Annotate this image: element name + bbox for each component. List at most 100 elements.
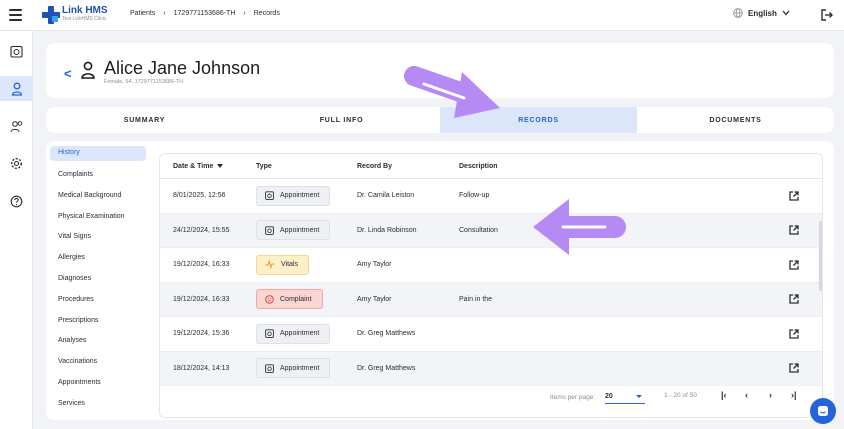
menu-item-prescriptions[interactable]: Prescriptions [50, 311, 146, 332]
column-date-label: Date & Time [173, 162, 214, 170]
sad-face-icon [265, 295, 274, 304]
page-size-select[interactable]: 20 [605, 390, 645, 404]
menu-item-appointments[interactable]: Appointments [50, 373, 146, 394]
table-row[interactable]: 19/12/2024, 15:36 Appointment Dr. Greg M… [160, 317, 822, 352]
page-range: 1 - 20 of 50 [664, 392, 697, 399]
menu-item-complaints[interactable]: Complaints [50, 165, 146, 186]
pagination: Items per page: 20 1 - 20 of 50 |‹ ‹ › ›… [159, 385, 823, 411]
table-row[interactable]: 18/12/2024, 14:13 Appointment Dr. Greg M… [160, 351, 822, 386]
tab-records[interactable]: RECORDS [440, 107, 637, 133]
breadcrumb-patients[interactable]: Patients [130, 10, 155, 17]
breadcrumb-separator-icon: › [243, 10, 246, 17]
records-panel: History Complaints Medical Background Ph… [46, 141, 834, 420]
calendar-clock-icon [265, 329, 274, 339]
type-chip: Complaint [256, 289, 323, 310]
type-chip: Appointment [256, 220, 331, 241]
calendar-clock-icon [265, 226, 274, 235]
cell-record-by: Dr. Greg Matthews [357, 364, 416, 372]
cell-description: Follow-up [459, 192, 490, 200]
nav-staff[interactable] [0, 114, 33, 139]
cell-date: 18/12/2024, 14:13 [173, 364, 230, 372]
nav-help[interactable] [0, 189, 33, 214]
calendar-clock-icon [265, 191, 274, 201]
open-external-icon[interactable] [789, 363, 799, 373]
type-label: Appointment [280, 226, 320, 234]
brand-subtitle: Test LinkHMS Clinic [62, 16, 107, 22]
type-label: Vitals [281, 261, 298, 269]
caret-down-icon [636, 395, 642, 398]
cell-record-by: Dr. Camila Leiston [357, 192, 415, 200]
language-label: English [748, 8, 777, 18]
type-chip: Appointment [256, 323, 331, 344]
prev-page-icon[interactable]: ‹ [745, 390, 748, 400]
cell-record-by: Dr. Linda Robinson [357, 226, 417, 234]
tab-summary[interactable]: SUMMARY [46, 107, 243, 133]
person-icon [81, 61, 95, 79]
type-label: Complaint [280, 295, 312, 303]
type-label: Appointment [280, 192, 320, 200]
menu-item-medical-background[interactable]: Medical Background [50, 186, 146, 207]
brand-name: Link HMS [62, 5, 108, 16]
table-row[interactable]: 19/12/2024, 16:33 Complaint Amy Taylor P… [160, 282, 822, 317]
chat-icon [818, 406, 828, 416]
open-external-icon[interactable] [789, 191, 799, 201]
table-row[interactable]: 19/12/2024, 16:33 Vitals Amy Taylor [160, 248, 822, 283]
cell-date: 24/12/2024, 15:55 [173, 226, 230, 234]
table-row[interactable]: 24/12/2024, 15:55 Appointment Dr. Linda … [160, 213, 822, 248]
menu-item-procedures[interactable]: Procedures [50, 290, 146, 311]
open-external-icon[interactable] [789, 260, 799, 270]
type-chip: Appointment [256, 358, 331, 379]
nav-patients[interactable] [0, 76, 33, 101]
patient-tabs: SUMMARY FULL INFO RECORDS DOCUMENTS [46, 107, 834, 133]
nav-settings[interactable] [0, 151, 33, 176]
column-date[interactable]: Date & Time [160, 163, 256, 170]
menu-icon[interactable] [9, 9, 22, 21]
menu-item-services[interactable]: Services [50, 394, 146, 415]
users-icon [10, 121, 22, 133]
open-external-icon[interactable] [789, 329, 799, 339]
history-table: Date & Time Type Record By Description 8… [159, 153, 823, 418]
cell-record-by: Amy Taylor [357, 261, 392, 269]
chat-button[interactable] [810, 398, 836, 424]
table-row[interactable]: 8/01/2025, 12:56 Appointment Dr. Camila … [160, 179, 822, 214]
menu-item-physical-examination[interactable]: Physical Examination [50, 207, 146, 228]
nav-rail [0, 31, 33, 429]
menu-item-analyses[interactable]: Analyses [50, 331, 146, 352]
globe-icon [733, 8, 743, 18]
tab-full-info[interactable]: FULL INFO [243, 107, 440, 133]
menu-item-allergies[interactable]: Allergies [50, 248, 146, 269]
first-page-icon[interactable]: |‹ [721, 390, 727, 400]
open-external-icon[interactable] [789, 225, 799, 235]
sort-down-icon [217, 164, 224, 168]
language-selector[interactable]: English [733, 8, 790, 18]
cell-date: 19/12/2024, 16:33 [173, 261, 230, 269]
next-page-icon[interactable]: › [769, 390, 772, 400]
logout-icon[interactable] [820, 8, 834, 22]
open-external-icon[interactable] [789, 294, 799, 304]
menu-item-history[interactable]: History [50, 146, 146, 161]
cell-date: 8/01/2025, 12:56 [173, 192, 226, 200]
brand: Link HMS Test LinkHMS Clinic [62, 5, 108, 23]
calendar-clock-icon [10, 45, 23, 58]
chevron-down-icon [782, 10, 790, 16]
breadcrumb-records: Records [253, 10, 280, 17]
records-menu: History Complaints Medical Background Ph… [50, 146, 146, 415]
breadcrumb-patient-id[interactable]: 1729771153686-TH [174, 10, 236, 17]
cell-date: 19/12/2024, 16:33 [173, 295, 230, 303]
type-chip: Vitals [256, 254, 309, 275]
table-scrollbar[interactable] [819, 221, 822, 291]
column-description: Description [459, 162, 498, 170]
person-icon [11, 82, 22, 96]
nav-dashboard[interactable] [0, 39, 33, 64]
menu-item-vaccinations[interactable]: Vaccinations [50, 352, 146, 373]
breadcrumb-separator-icon: › [163, 10, 166, 17]
menu-item-vital-signs[interactable]: Vital Signs [50, 227, 146, 248]
cell-record-by: Amy Taylor [357, 295, 392, 303]
page-size-value: 20 [605, 393, 613, 400]
patient-header: < Alice Jane Johnson Female, 54, 1729771… [46, 43, 834, 98]
last-page-icon[interactable]: ›| [791, 390, 797, 400]
tab-documents[interactable]: DOCUMENTS [637, 107, 834, 133]
breadcrumb: Patients › 1729771153686-TH › Records [130, 10, 280, 17]
menu-item-diagnoses[interactable]: Diagnoses [50, 269, 146, 290]
back-icon[interactable]: < [64, 66, 72, 81]
